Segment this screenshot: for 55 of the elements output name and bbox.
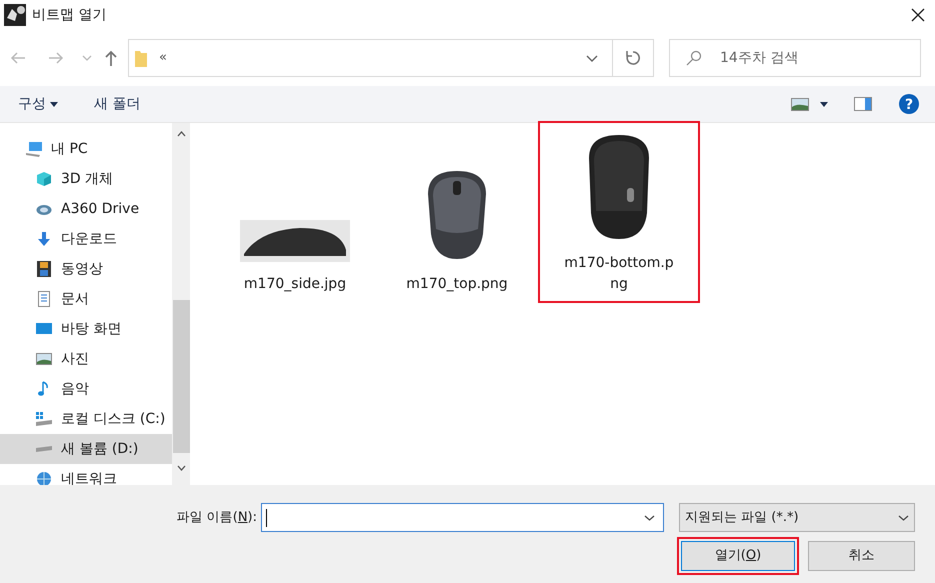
search-field[interactable]: 14주차 검색: [669, 39, 921, 77]
close-icon[interactable]: [911, 8, 925, 22]
caret-icon[interactable]: [820, 102, 828, 106]
sidebar-item[interactable]: 음악: [0, 374, 172, 404]
chevron-up-icon[interactable]: [176, 131, 186, 137]
file-item[interactable]: m170-bottom.png: [538, 121, 700, 303]
help-icon[interactable]: ?: [899, 94, 919, 114]
new-folder-button[interactable]: 새 폴더: [94, 94, 140, 114]
sidebar-item[interactable]: 사진: [0, 344, 172, 374]
down-arrow-icon: [36, 231, 52, 247]
sidebar-item[interactable]: 동영상: [0, 254, 172, 284]
chevron-down-icon: [898, 514, 909, 520]
app-icon: [4, 4, 26, 26]
file-name: m170-bottom.png: [563, 254, 675, 294]
sidebar-item[interactable]: 바탕 화면: [0, 314, 172, 344]
picture-icon: [36, 351, 52, 367]
file-item[interactable]: m170_top.png: [376, 157, 538, 303]
sidebar-item[interactable]: A360 Drive: [0, 194, 172, 224]
scrollbar[interactable]: [172, 123, 190, 485]
file-name: m170_top.png: [405, 275, 509, 294]
sidebar-item[interactable]: 다운로드: [0, 224, 172, 254]
drive-icon: [36, 411, 52, 427]
document-icon: [36, 291, 52, 307]
cancel-button[interactable]: 취소: [808, 541, 915, 571]
file-item[interactable]: m170_side.jpg: [214, 208, 376, 303]
filetype-dropdown[interactable]: 지원되는 파일 (*.*): [679, 503, 915, 532]
sidebar-item[interactable]: 내 PC: [0, 134, 172, 164]
computer-icon: [26, 141, 42, 157]
up-arrow-icon[interactable]: [104, 50, 118, 66]
filename-field[interactable]: [261, 503, 664, 532]
open-button[interactable]: 열기(O): [681, 541, 795, 571]
sidebar-item[interactable]: 3D 개체: [0, 164, 172, 194]
cube-icon: [36, 171, 52, 187]
caret-icon: [50, 102, 58, 106]
address-bar[interactable]: «: [128, 39, 654, 77]
refresh-icon[interactable]: [625, 50, 641, 66]
monitor-icon: [36, 321, 52, 337]
chevron-down-icon[interactable]: [586, 54, 598, 62]
sidebar-item[interactable]: 문서: [0, 284, 172, 314]
chevron-down-icon: [644, 514, 655, 520]
sidebar-item[interactable]: 새 볼륨 (D:): [0, 434, 172, 464]
sidebar-item[interactable]: 로컬 디스크 (C:): [0, 404, 172, 434]
folder-icon: [135, 50, 147, 66]
search-icon: [686, 50, 702, 66]
drive-icon: [36, 446, 52, 452]
organize-button[interactable]: 구성: [18, 94, 58, 114]
address-text: «: [159, 49, 167, 68]
preview-pane-icon[interactable]: [854, 97, 872, 111]
window-title: 비트맵 열기: [32, 6, 106, 24]
picture-view-icon[interactable]: [791, 98, 809, 110]
chevron-down-icon[interactable]: [176, 465, 186, 471]
file-name: m170_side.jpg: [242, 275, 348, 294]
film-icon: [36, 261, 52, 277]
search-input[interactable]: 14주차 검색: [720, 48, 910, 68]
filename-label: 파일 이름(N):: [176, 508, 257, 527]
